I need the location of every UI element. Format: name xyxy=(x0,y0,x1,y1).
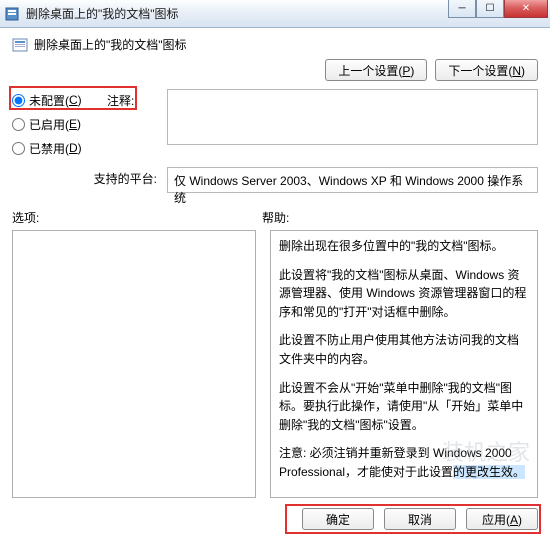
radio-unconfigured[interactable]: 未配置(C) xyxy=(12,89,107,111)
close-button[interactable]: ✕ xyxy=(504,0,548,18)
maximize-button[interactable]: ☐ xyxy=(476,0,504,18)
platform-row: 支持的平台: 仅 Windows Server 2003、Windows XP … xyxy=(12,167,538,193)
help-p5: 注意: 必须注销并重新登录到 Windows 2000 Professional… xyxy=(279,444,529,481)
comment-textarea[interactable] xyxy=(167,89,538,145)
config-area: 未配置(C) 已启用(E) 已禁用(D) 注释: xyxy=(12,89,538,161)
radio-disabled-input[interactable] xyxy=(12,142,25,155)
comment-label: 注释: xyxy=(107,89,167,161)
nav-buttons: 上一个设置(P) 下一个设置(N) xyxy=(12,59,538,81)
titlebar: 删除桌面上的"我的文档"图标 ─ ☐ ✕ xyxy=(0,0,550,28)
cancel-button[interactable]: 取消 xyxy=(384,508,456,530)
options-panel xyxy=(12,230,256,498)
policy-icon xyxy=(12,37,28,53)
platform-text: 仅 Windows Server 2003、Windows XP 和 Windo… xyxy=(167,167,538,193)
policy-description: 删除桌面上的"我的文档"图标 xyxy=(34,36,187,53)
panels: 删除出现在很多位置中的"我的文档"图标。 此设置将"我的文档"图标从桌面、Win… xyxy=(12,230,538,498)
help-panel: 删除出现在很多位置中的"我的文档"图标。 此设置将"我的文档"图标从桌面、Win… xyxy=(270,230,538,498)
radio-enabled[interactable]: 已启用(E) xyxy=(12,113,107,135)
help-p1: 删除出现在很多位置中的"我的文档"图标。 xyxy=(279,237,529,256)
radio-enabled-input[interactable] xyxy=(12,118,25,131)
help-label: 帮助: xyxy=(262,209,289,226)
radio-column: 未配置(C) 已启用(E) 已禁用(D) xyxy=(12,89,107,161)
prev-setting-button[interactable]: 上一个设置(P) xyxy=(325,59,427,81)
minimize-button[interactable]: ─ xyxy=(448,0,476,18)
help-p3: 此设置不防止用户使用其他方法访问我的文档文件夹中的内容。 xyxy=(279,331,529,368)
radio-unconfigured-input[interactable] xyxy=(12,94,25,107)
ok-button[interactable]: 确定 xyxy=(302,508,374,530)
description-row: 删除桌面上的"我的文档"图标 xyxy=(12,36,538,53)
help-p2: 此设置将"我的文档"图标从桌面、Windows 资源管理器、使用 Windows… xyxy=(279,266,529,322)
next-setting-button[interactable]: 下一个设置(N) xyxy=(435,59,538,81)
window-controls: ─ ☐ ✕ xyxy=(448,0,548,18)
comment-col xyxy=(167,89,538,161)
section-labels: 选项: 帮助: xyxy=(12,209,538,226)
platform-label: 支持的平台: xyxy=(12,167,167,193)
content-area: 删除桌面上的"我的文档"图标 上一个设置(P) 下一个设置(N) 未配置(C) … xyxy=(0,28,550,540)
help-p4: 此设置不会从"开始"菜单中删除"我的文档"图标。要执行此操作，请使用"从「开始」… xyxy=(279,379,529,435)
app-icon xyxy=(4,6,20,22)
footer-buttons: 确定 取消 应用(A) xyxy=(12,508,538,530)
help-highlight: 的更改生效。 xyxy=(453,465,525,479)
apply-button[interactable]: 应用(A) xyxy=(466,508,538,530)
options-label: 选项: xyxy=(12,209,262,226)
radio-disabled[interactable]: 已禁用(D) xyxy=(12,137,107,159)
